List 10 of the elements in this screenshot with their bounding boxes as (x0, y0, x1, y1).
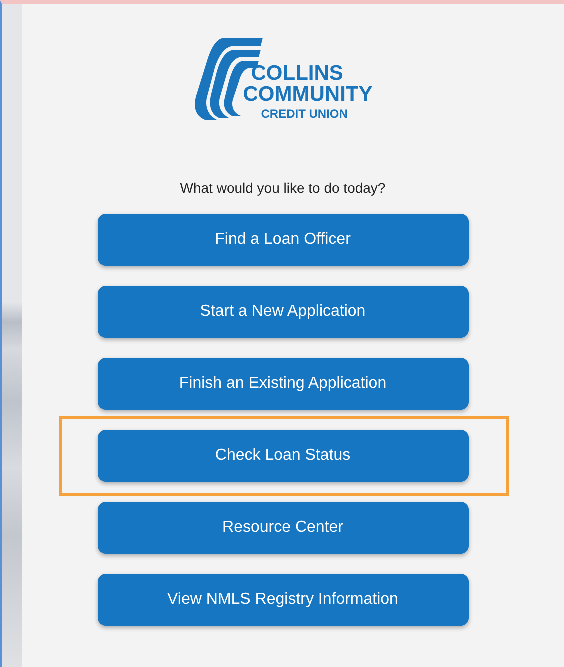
logo-name: COMMUNITY (243, 84, 373, 105)
menu-button[interactable]: Resource Center (98, 502, 468, 554)
prompt-text: What would you like to do today? (180, 180, 386, 196)
menu-button[interactable]: Find a Loan Officer (98, 214, 468, 266)
logo-name: COLLINS (251, 63, 344, 84)
menu-button[interactable]: View NMLS Registry Information (98, 574, 468, 626)
menu-button[interactable]: Check Loan Status (98, 430, 468, 482)
menu-button[interactable]: Start a New Application (98, 286, 468, 338)
logo-tagline: CREDIT UNION (261, 108, 348, 120)
menu-button[interactable]: Finish an Existing Application (98, 358, 468, 410)
